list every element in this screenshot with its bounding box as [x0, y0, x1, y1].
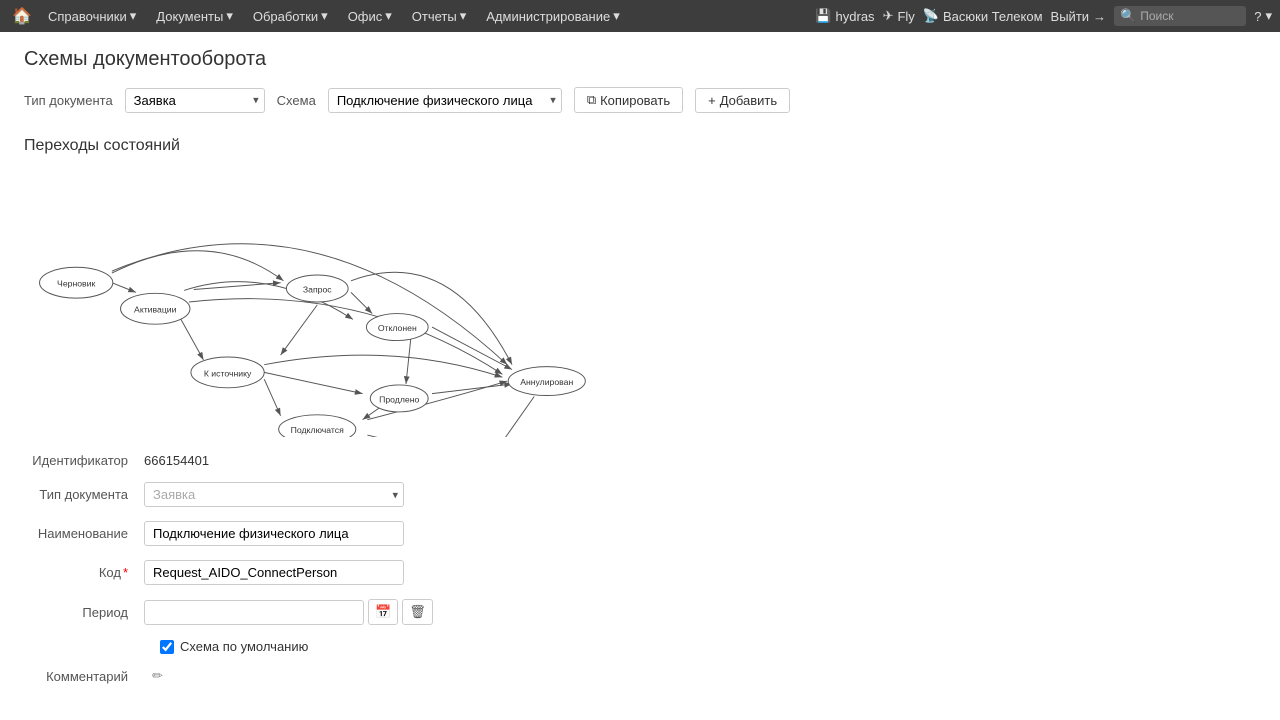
- hydras-label: hydras: [836, 9, 875, 24]
- user-telecom[interactable]: 📡 Васюки Телеком: [923, 8, 1043, 24]
- chevron-down-icon: ▾: [1265, 8, 1272, 24]
- fly-icon: ✈: [883, 8, 894, 24]
- logout-icon: →: [1093, 9, 1106, 24]
- default-schema-label: Схема по умолчанию: [180, 639, 308, 654]
- form-section: Идентификатор 666154401 Тип документа За…: [24, 453, 1256, 684]
- telecom-label: Васюки Телеком: [943, 9, 1043, 24]
- search-input[interactable]: [1140, 9, 1240, 23]
- nav-label-documents: Документы: [156, 9, 223, 24]
- navbar-right: 💾 hydras ✈ Fly 📡 Васюки Телеком Выйти → …: [815, 6, 1272, 26]
- nav-label-admin: Администрирование: [486, 9, 610, 24]
- disk-icon: 💾: [815, 8, 831, 24]
- comment-row: Комментарий ✏: [24, 668, 1256, 684]
- id-row: Идентификатор 666154401: [24, 453, 1256, 468]
- name-label: Наименование: [24, 526, 144, 541]
- period-input-group: 📅 🗑: [144, 599, 433, 625]
- calendar-icon: 📅: [375, 604, 391, 619]
- nav-label-office: Офис: [348, 9, 383, 24]
- add-label: Добавить: [720, 93, 777, 108]
- doc-type-select-wrapper: Заявка ▾: [125, 88, 265, 113]
- nav-item-documents[interactable]: Документы ▾: [148, 4, 241, 28]
- chevron-down-icon: ▾: [130, 8, 137, 24]
- name-row: Наименование: [24, 521, 1256, 546]
- diagram-svg: Черновик Активации Запрос Отклонен К ист…: [24, 167, 624, 437]
- nav-item-admin[interactable]: Администрирование ▾: [478, 4, 628, 28]
- add-button[interactable]: + Добавить: [695, 88, 790, 113]
- form-doc-type-select-wrapper: Заявка ▾: [144, 482, 404, 507]
- navbar: 🏠 Справочники ▾ Документы ▾ Обработки ▾ …: [0, 0, 1280, 32]
- add-icon: +: [708, 93, 716, 108]
- search-icon: 🔍: [1120, 8, 1136, 24]
- nav-label-directories: Справочники: [48, 9, 127, 24]
- doc-type-label: Тип документа: [24, 93, 113, 108]
- chevron-down-icon: ▾: [226, 8, 233, 24]
- trash-icon: 🗑: [409, 604, 426, 619]
- nav-label-processing: Обработки: [253, 9, 318, 24]
- user-fly[interactable]: ✈ Fly: [883, 8, 915, 24]
- toolbar: Тип документа Заявка ▾ Схема Подключение…: [24, 87, 1256, 113]
- period-row: Период 📅 🗑: [24, 599, 1256, 625]
- nav-item-reports[interactable]: Отчеты ▾: [404, 4, 474, 28]
- edit-comment-icon[interactable]: ✏: [152, 668, 163, 684]
- state-diagram: Черновик Активации Запрос Отклонен К ист…: [24, 167, 624, 437]
- help-label: ?: [1254, 9, 1261, 24]
- svg-text:Аннулирован: Аннулирован: [520, 377, 573, 387]
- fly-label: Fly: [897, 9, 914, 24]
- telecom-icon: 📡: [923, 8, 939, 24]
- chevron-down-icon: ▾: [613, 8, 620, 24]
- chevron-down-icon: ▾: [385, 8, 392, 24]
- svg-text:Активации: Активации: [134, 305, 177, 315]
- help-button[interactable]: ? ▾: [1254, 8, 1272, 24]
- logout-button[interactable]: Выйти →: [1051, 9, 1107, 24]
- home-button[interactable]: 🏠: [8, 2, 36, 30]
- clear-date-button[interactable]: 🗑: [402, 599, 433, 625]
- schema-select[interactable]: Подключение физического лица: [328, 88, 562, 113]
- id-value: 666154401: [144, 453, 209, 468]
- svg-text:Черновик: Черновик: [57, 279, 95, 289]
- comment-label: Комментарий: [24, 669, 144, 684]
- form-doc-type-label: Тип документа: [24, 487, 144, 502]
- svg-text:Подключатся: Подключатся: [291, 425, 344, 435]
- nav-item-office[interactable]: Офис ▾: [340, 4, 400, 28]
- name-input[interactable]: [144, 521, 404, 546]
- home-icon: 🏠: [12, 6, 32, 26]
- page-title: Схемы документооборота: [24, 48, 1256, 71]
- svg-text:Продлено: Продлено: [379, 394, 419, 404]
- period-label: Период: [24, 605, 144, 620]
- schema-select-wrapper: Подключение физического лица ▾: [328, 88, 562, 113]
- svg-text:Отклонен: Отклонен: [378, 323, 417, 333]
- page-content: Схемы документооборота Тип документа Зая…: [0, 32, 1280, 714]
- doc-type-select[interactable]: Заявка: [125, 88, 265, 113]
- logout-label: Выйти: [1051, 9, 1090, 24]
- copy-button[interactable]: ⧉ Копировать: [574, 87, 683, 113]
- code-label: Код: [24, 565, 144, 580]
- nav-label-reports: Отчеты: [412, 9, 457, 24]
- default-schema-row: Схема по умолчанию: [160, 639, 1256, 654]
- chevron-down-icon: ▾: [460, 8, 467, 24]
- search-box: 🔍: [1114, 6, 1246, 26]
- form-doc-type-select[interactable]: Заявка: [144, 482, 404, 507]
- code-row: Код: [24, 560, 1256, 585]
- id-label: Идентификатор: [24, 453, 144, 468]
- copy-icon: ⧉: [587, 92, 596, 108]
- code-input[interactable]: [144, 560, 404, 585]
- period-input[interactable]: [144, 600, 364, 625]
- user-hydras[interactable]: 💾 hydras: [815, 8, 874, 24]
- diagram-section-title: Переходы состояний: [24, 137, 1256, 155]
- default-schema-checkbox[interactable]: [160, 640, 174, 654]
- copy-label: Копировать: [600, 93, 670, 108]
- nav-item-directories[interactable]: Справочники ▾: [40, 4, 144, 28]
- svg-text:Запрос: Запрос: [303, 284, 332, 294]
- schema-label: Схема: [277, 93, 316, 108]
- calendar-button[interactable]: 📅: [368, 599, 398, 625]
- nav-item-processing[interactable]: Обработки ▾: [245, 4, 336, 28]
- form-doc-type-row: Тип документа Заявка ▾: [24, 482, 1256, 507]
- chevron-down-icon: ▾: [321, 8, 328, 24]
- svg-text:К источнику: К источнику: [204, 368, 252, 378]
